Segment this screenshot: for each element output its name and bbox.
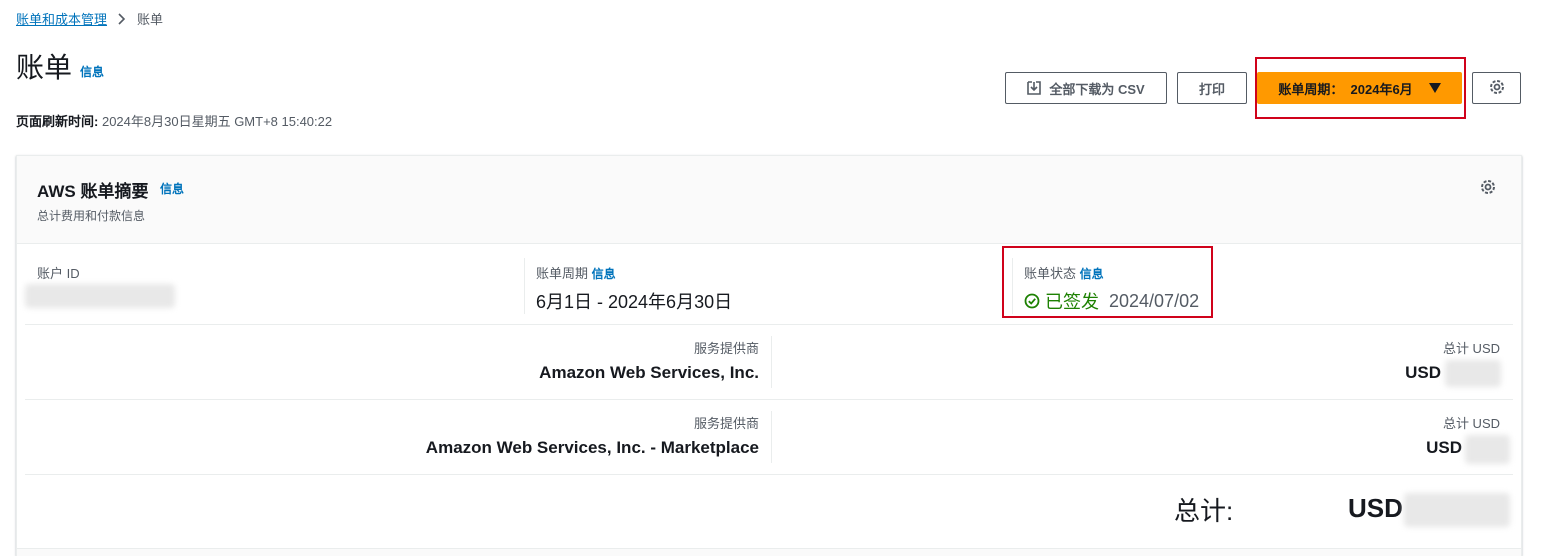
total-redacted xyxy=(1445,360,1501,387)
card-footer-strip xyxy=(17,548,1521,556)
refresh-time: 页面刷新时间: 2024年8月30日星期五 GMT+8 15:40:22 xyxy=(16,111,332,130)
billing-period-value: 6月1日 - 2024年6月30日 xyxy=(536,292,733,312)
provider-total-label: 总计 USD xyxy=(1442,341,1500,356)
grand-total-redacted xyxy=(1404,493,1510,527)
provider-label: 服务提供商 xyxy=(693,416,759,431)
provider-label: 服务提供商 xyxy=(693,341,759,356)
download-csv-button[interactable]: 全部下载为 CSV xyxy=(1005,72,1167,104)
gear-icon[interactable] xyxy=(1479,178,1497,196)
refresh-value: 2024年8月30日星期五 GMT+8 15:40:22 xyxy=(101,114,333,129)
download-csv-label: 全部下载为 CSV xyxy=(1049,81,1145,97)
card-info-link[interactable]: 信息 xyxy=(160,180,184,197)
settings-button[interactable] xyxy=(1472,72,1521,104)
billing-period-field: 账单周期 信息 xyxy=(536,263,616,282)
billing-period-info-link[interactable]: 信息 xyxy=(592,267,616,281)
column-divider xyxy=(524,258,525,314)
row-divider xyxy=(25,399,1513,400)
grand-total-value: USD xyxy=(1348,493,1403,523)
account-id-redacted xyxy=(25,284,175,308)
breadcrumb-link-billing[interactable]: 账单和成本管理 xyxy=(16,9,107,28)
chevron-right-icon xyxy=(117,12,127,25)
card-subtitle: 总计费用和付款信息 xyxy=(37,209,146,223)
card-title: AWS 账单摘要 xyxy=(37,182,149,201)
bill-summary-card: AWS 账单摘要 信息 总计费用和付款信息 账户 ID 账单周期 信息 6月1日… xyxy=(16,155,1522,556)
column-divider xyxy=(771,336,772,388)
breadcrumb: 账单和成本管理 账单 xyxy=(16,9,163,28)
gear-icon xyxy=(1488,78,1506,99)
highlight-box-period xyxy=(1255,57,1466,119)
provider-name: Amazon Web Services, Inc. - Marketplace xyxy=(425,438,759,457)
refresh-label: 页面刷新时间: xyxy=(16,114,99,129)
billing-period-field-label: 账单周期 xyxy=(536,266,589,281)
total-redacted xyxy=(1465,435,1510,464)
page-title: 账单 xyxy=(16,52,73,83)
row-divider xyxy=(25,474,1513,475)
card-header: AWS 账单摘要 信息 总计费用和付款信息 xyxy=(17,156,1521,244)
provider-total-value: USD xyxy=(1405,363,1441,382)
column-divider xyxy=(771,411,772,463)
print-label: 打印 xyxy=(1198,81,1225,97)
breadcrumb-current: 账单 xyxy=(137,12,164,27)
highlight-box-status xyxy=(1002,246,1213,318)
print-button[interactable]: 打印 xyxy=(1177,72,1247,104)
download-icon xyxy=(1027,81,1042,95)
provider-total-label: 总计 USD xyxy=(1442,416,1500,431)
account-id-label: 账户 ID xyxy=(37,266,80,281)
row-divider xyxy=(25,324,1513,325)
page-info-link[interactable]: 信息 xyxy=(80,63,104,80)
grand-total-label: 总计: xyxy=(1174,496,1234,526)
provider-name: Amazon Web Services, Inc. xyxy=(539,363,759,382)
provider-total-value: USD xyxy=(1426,438,1462,457)
